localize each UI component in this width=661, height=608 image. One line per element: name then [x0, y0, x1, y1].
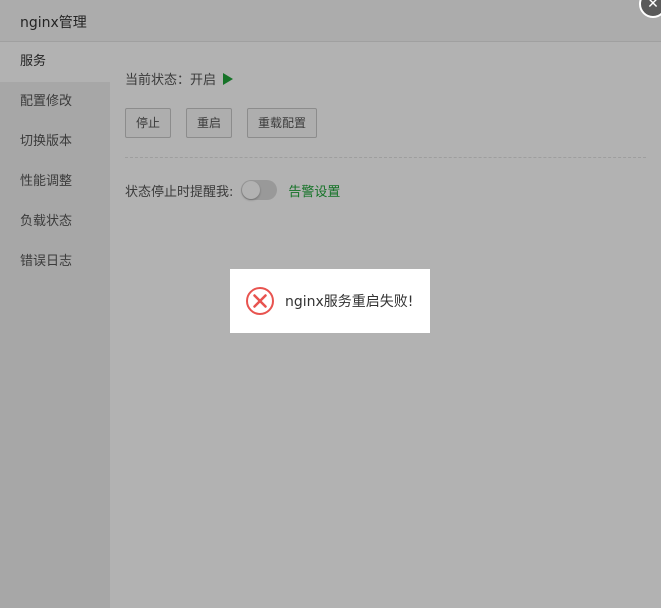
error-circle-x-icon	[246, 287, 274, 315]
error-toast: nginx服务重启失败!	[230, 269, 430, 333]
toast-message: nginx服务重启失败!	[285, 294, 414, 310]
